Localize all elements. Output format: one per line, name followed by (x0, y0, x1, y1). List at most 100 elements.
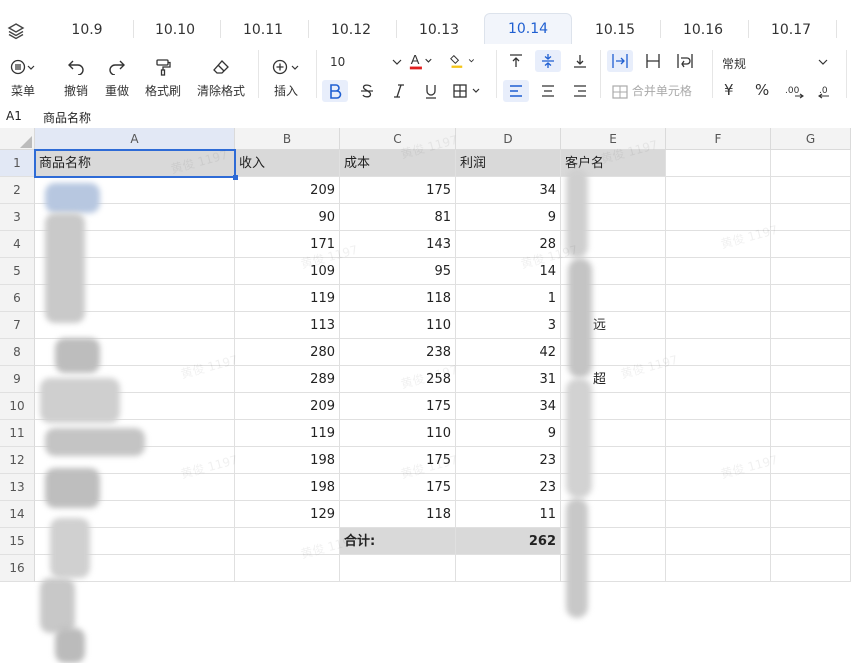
cell[interactable]: 9 (456, 204, 561, 231)
cell[interactable] (561, 339, 666, 366)
align-top-icon[interactable] (503, 50, 529, 72)
cell[interactable] (771, 366, 851, 393)
header-cell-a[interactable]: 商品名称 (35, 150, 235, 177)
cell[interactable] (771, 204, 851, 231)
cell[interactable]: 9 (456, 420, 561, 447)
cell[interactable] (561, 474, 666, 501)
cell[interactable]: 289 (235, 366, 340, 393)
menu-button[interactable]: 菜单 (6, 56, 40, 99)
border-button[interactable] (450, 80, 486, 102)
cell[interactable] (35, 258, 235, 285)
cell[interactable]: 1 (456, 285, 561, 312)
cell[interactable]: 3 (456, 312, 561, 339)
sheet-tab[interactable]: 10.9 (44, 22, 130, 38)
row-header[interactable]: 3 (0, 204, 35, 231)
column-header-d[interactable]: D (456, 128, 561, 150)
align-middle-icon[interactable] (535, 50, 561, 72)
cell[interactable] (561, 447, 666, 474)
bold-button[interactable] (322, 80, 348, 102)
cell[interactable] (666, 447, 771, 474)
chevron-down-icon[interactable] (818, 58, 828, 66)
row-header[interactable]: 8 (0, 339, 35, 366)
undo-button[interactable]: 撤销 (60, 56, 92, 99)
row-header[interactable]: 2 (0, 177, 35, 204)
cell[interactable] (35, 339, 235, 366)
sheet-tab[interactable]: 10.12 (308, 22, 394, 38)
formula-input[interactable]: 商品名称 (43, 109, 91, 126)
cell[interactable]: 超 (561, 366, 666, 393)
cell[interactable]: 238 (340, 339, 456, 366)
cell[interactable] (561, 177, 666, 204)
column-header-a[interactable]: A (35, 128, 235, 150)
row-header[interactable]: 13 (0, 474, 35, 501)
align-bottom-icon[interactable] (567, 50, 593, 72)
row-header[interactable]: 4 (0, 231, 35, 258)
cell[interactable] (35, 312, 235, 339)
sheet-tab[interactable]: 10.13 (396, 22, 482, 38)
number-format-select[interactable]: 常规 (722, 55, 746, 72)
cell[interactable]: 119 (235, 285, 340, 312)
column-header-b[interactable]: B (235, 128, 340, 150)
total-label[interactable]: 合计: (340, 528, 456, 555)
cell[interactable] (666, 177, 771, 204)
cell-reference[interactable]: A1 (6, 109, 22, 123)
header-cell-e[interactable]: 客户名 (561, 150, 666, 177)
text-overflow-icon[interactable] (607, 50, 633, 72)
cell[interactable] (666, 420, 771, 447)
cell[interactable]: 175 (340, 474, 456, 501)
cell[interactable] (771, 177, 851, 204)
cell[interactable]: 118 (340, 285, 456, 312)
cell[interactable]: 198 (235, 447, 340, 474)
cell[interactable] (771, 150, 851, 177)
cell[interactable]: 90 (235, 204, 340, 231)
cell[interactable] (771, 339, 851, 366)
column-header-g[interactable]: G (771, 128, 851, 150)
cell[interactable]: 175 (340, 177, 456, 204)
cell[interactable]: 28 (456, 231, 561, 258)
cell[interactable] (35, 528, 235, 555)
cell[interactable] (666, 204, 771, 231)
cell[interactable] (35, 474, 235, 501)
cell[interactable] (666, 258, 771, 285)
underline-button[interactable] (418, 80, 444, 102)
cell[interactable] (666, 501, 771, 528)
header-cell-d[interactable]: 利润 (456, 150, 561, 177)
cell[interactable] (235, 528, 340, 555)
sheet-tab[interactable]: 10.17 (748, 22, 834, 38)
sheet-tab[interactable]: 10.16 (660, 22, 746, 38)
cell[interactable]: 81 (340, 204, 456, 231)
cell[interactable] (35, 393, 235, 420)
cell[interactable] (35, 231, 235, 258)
cell[interactable]: 110 (340, 420, 456, 447)
cell[interactable] (561, 258, 666, 285)
align-right-icon[interactable] (567, 80, 593, 102)
cell[interactable] (561, 285, 666, 312)
cell[interactable] (771, 393, 851, 420)
cell[interactable]: 175 (340, 447, 456, 474)
align-left-icon[interactable] (503, 80, 529, 102)
cell[interactable]: 11 (456, 501, 561, 528)
row-header[interactable]: 7 (0, 312, 35, 339)
row-header[interactable]: 12 (0, 447, 35, 474)
row-header[interactable]: 14 (0, 501, 35, 528)
cell[interactable] (666, 339, 771, 366)
cell[interactable] (35, 366, 235, 393)
header-cell-c[interactable]: 成本 (340, 150, 456, 177)
cell[interactable]: 171 (235, 231, 340, 258)
cell[interactable] (666, 393, 771, 420)
cell[interactable]: 95 (340, 258, 456, 285)
currency-button[interactable]: ¥ (724, 81, 734, 99)
percent-button[interactable]: % (755, 81, 769, 99)
strikethrough-button[interactable] (354, 80, 380, 102)
format-painter-button[interactable]: 格式刷 (142, 56, 184, 99)
cell[interactable]: 远 (561, 312, 666, 339)
cell[interactable] (771, 312, 851, 339)
cell[interactable] (561, 420, 666, 447)
cell[interactable] (666, 150, 771, 177)
cell[interactable] (666, 366, 771, 393)
decrease-decimal-icon[interactable]: .0 (812, 80, 838, 102)
redo-button[interactable]: 重做 (101, 56, 133, 99)
cell[interactable]: 34 (456, 393, 561, 420)
cell[interactable] (35, 204, 235, 231)
row-header[interactable]: 6 (0, 285, 35, 312)
